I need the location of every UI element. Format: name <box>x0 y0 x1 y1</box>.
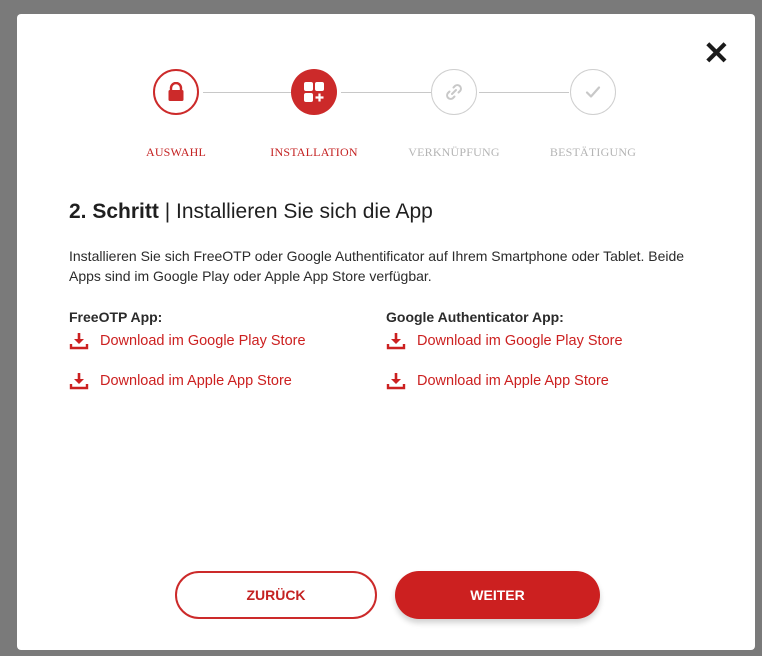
download-icon <box>69 333 89 350</box>
download-icon <box>69 373 89 390</box>
back-button[interactable]: ZURÜCK <box>175 571 377 619</box>
step-installation[interactable] <box>291 69 337 115</box>
step-label-installation: INSTALLATION <box>270 145 358 159</box>
apps-icon <box>304 82 324 102</box>
page-title: 2. Schritt | Installieren Sie sich die A… <box>69 200 433 224</box>
modal-dialog: ✕ AUSWAHL INSTALLATION VERKNÜPFUNG BESTÄ… <box>17 14 755 650</box>
link-icon <box>446 84 462 100</box>
step-verknuepfung <box>431 69 477 115</box>
stepper-connector <box>479 92 569 93</box>
step-bestaetigung <box>570 69 616 115</box>
google-authenticator-title: Google Authenticator App: <box>386 309 564 325</box>
lock-icon <box>168 82 184 101</box>
description: Installieren Sie sich FreeOTP oder Googl… <box>69 248 685 284</box>
step-auswahl[interactable] <box>153 69 199 115</box>
step-label-verknuepfung: VERKNÜPFUNG <box>408 145 500 159</box>
step-number: 2. Schritt <box>69 200 159 223</box>
next-button[interactable]: WEITER <box>395 571 600 619</box>
stepper-connector <box>341 92 431 93</box>
title-text: Installieren Sie sich die App <box>175 200 433 223</box>
freeotp-title: FreeOTP App: <box>69 309 163 325</box>
link-label: Download im Google Play Store <box>417 333 623 349</box>
freeotp-google-play-link[interactable]: Download im Google Play Store <box>69 332 306 350</box>
step-label-bestaetigung: BESTÄTIGUNG <box>549 145 637 159</box>
step-label-auswahl: AUSWAHL <box>145 145 207 159</box>
download-icon <box>386 333 406 350</box>
link-label: Download im Apple App Store <box>417 373 609 389</box>
stepper: AUSWAHL INSTALLATION VERKNÜPFUNG BESTÄTI… <box>17 14 755 159</box>
check-icon <box>585 86 601 98</box>
freeotp-apple-store-link[interactable]: Download im Apple App Store <box>69 372 292 390</box>
link-label: Download im Google Play Store <box>100 333 306 349</box>
google-auth-apple-store-link[interactable]: Download im Apple App Store <box>386 372 609 390</box>
stepper-connector <box>203 92 293 93</box>
link-label: Download im Apple App Store <box>100 373 292 389</box>
google-auth-google-play-link[interactable]: Download im Google Play Store <box>386 332 623 350</box>
download-icon <box>386 373 406 390</box>
title-separator: | <box>158 200 176 223</box>
